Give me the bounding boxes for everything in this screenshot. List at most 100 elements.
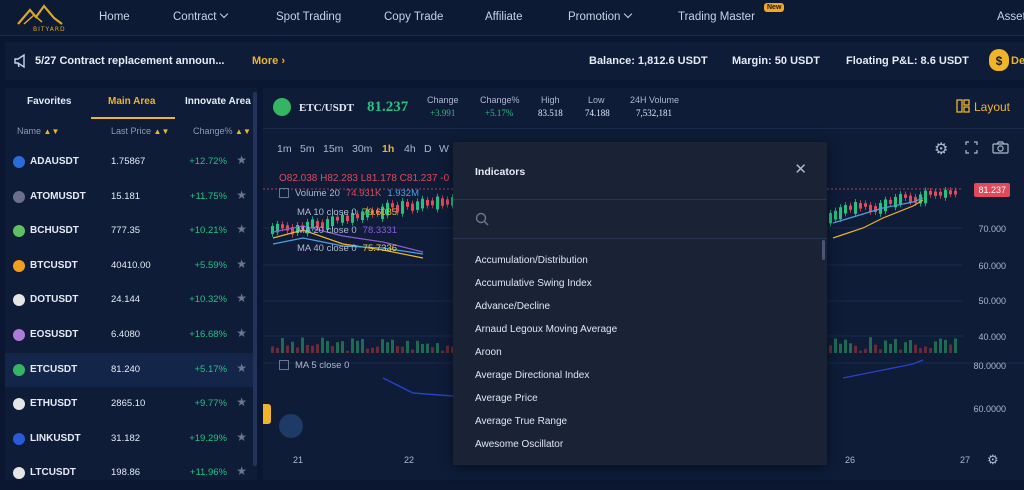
market-row[interactable]: BTCUSDT 40410.00 +5.59% ★ (5, 249, 257, 283)
nav-contract-label: Contract (173, 11, 217, 23)
market-symbol: DOTUSDT (30, 294, 79, 306)
sort-icon: ▲▼ (153, 127, 170, 136)
sort-price-header[interactable]: Last Price ▲▼ (111, 126, 169, 136)
nav-assets[interactable]: Asset (997, 11, 1024, 23)
candle-body (874, 206, 877, 213)
collapse-toggle-icon[interactable] (279, 360, 289, 371)
nav-home[interactable]: Home (99, 11, 130, 23)
market-row[interactable]: LINKUSDT 31.182 +19.29% ★ (5, 422, 257, 456)
nav-trading-master[interactable]: Trading Master (678, 11, 755, 23)
tf-4h[interactable]: 4h (404, 143, 416, 155)
nav-contract[interactable]: Contract (173, 9, 229, 23)
market-list-scrollbar[interactable] (253, 92, 257, 466)
sort-icon: ▲▼ (43, 127, 60, 136)
panel-collapse-handle[interactable] (263, 404, 271, 424)
tf-15m[interactable]: 15m (323, 143, 343, 155)
nav-affiliate[interactable]: Affiliate (485, 11, 523, 23)
star-icon[interactable]: ★ (236, 326, 247, 340)
indicator-item[interactable]: Average True Range (475, 416, 567, 427)
indicator-list-scrollbar[interactable] (822, 240, 825, 260)
star-icon[interactable]: ★ (236, 291, 247, 305)
change-value: +3.991 (430, 108, 456, 118)
market-row[interactable]: ADAUSDT 1.75867 +12.72% ★ (5, 145, 257, 179)
tradingview-logo-icon[interactable] (279, 414, 303, 438)
volume-bar (286, 345, 289, 353)
tf-30m[interactable]: 30m (352, 143, 372, 155)
ma10-indicator[interactable]: MA 10 close 0 79.6085 (297, 207, 397, 218)
tab-main-area[interactable]: Main Area (108, 96, 155, 107)
ma40-indicator[interactable]: MA 40 close 0 75.7336 (297, 243, 397, 254)
market-row[interactable]: ETCUSDT 81.240 +5.17% ★ (5, 352, 257, 387)
sort-change-header[interactable]: Change% ▲▼ (193, 126, 251, 136)
search-icon (475, 212, 489, 226)
market-row[interactable]: DOTUSDT 24.144 +10.32% ★ (5, 283, 257, 317)
indicator-item[interactable]: Awesome Oscillator (475, 439, 563, 450)
star-icon[interactable]: ★ (236, 222, 247, 236)
nav-promotion[interactable]: Promotion (568, 9, 633, 23)
star-icon[interactable]: ★ (236, 464, 247, 478)
tab-favorites[interactable]: Favorites (27, 96, 71, 107)
indicator-item[interactable]: Average Directional Index (475, 370, 589, 381)
chevron-down-icon (220, 9, 229, 19)
bityard-logo[interactable]: BITYARD (14, 2, 66, 34)
tf-d[interactable]: D (424, 143, 432, 155)
candle-body (416, 201, 419, 210)
y-tick: 60.000 (978, 261, 1006, 271)
star-icon[interactable]: ★ (236, 361, 247, 375)
star-icon[interactable]: ★ (236, 395, 247, 409)
change-pct-label: Change% (480, 95, 520, 105)
candle-body (271, 226, 274, 234)
nav-spot-trading[interactable]: Spot Trading (276, 11, 341, 23)
ma20-indicator[interactable]: MA 20 close 0 78.3331 (297, 225, 397, 236)
floating-pnl: Floating P&L: 8.6 USDT (846, 55, 969, 67)
market-change: +19.29% (189, 432, 227, 444)
indicator-item[interactable]: Accumulative Swing Index (475, 278, 592, 289)
deposit-button[interactable]: De (1011, 55, 1024, 67)
star-icon[interactable]: ★ (236, 153, 247, 167)
star-icon[interactable]: ★ (236, 257, 247, 271)
indicator-item[interactable]: Accumulation/Distribution (475, 255, 588, 266)
market-list-panel: Favorites Main Area Innovate Area Name ▲… (5, 88, 257, 480)
indicator-item[interactable]: Average Price (475, 393, 538, 404)
star-icon[interactable]: ★ (236, 188, 247, 202)
candle-body (854, 202, 857, 214)
indicator-item[interactable]: Aroon (475, 347, 502, 358)
market-row[interactable]: ETHUSDT 2865.10 +9.77% ★ (5, 387, 257, 421)
star-icon[interactable]: ★ (236, 430, 247, 444)
volume-bar (381, 339, 384, 353)
close-icon[interactable]: ✕ (794, 160, 807, 178)
tf-w[interactable]: W (439, 143, 449, 155)
volume-bar (406, 340, 409, 353)
indicator-search-input[interactable] (453, 200, 827, 238)
market-row[interactable]: EOSUSDT 6.4080 +16.68% ★ (5, 318, 257, 352)
tf-1h[interactable]: 1h (382, 143, 394, 155)
market-row[interactable]: ATOMUSDT 15.181 +11.75% ★ (5, 180, 257, 214)
coin-icon (13, 294, 25, 307)
gear-icon[interactable]: ⚙ (934, 139, 948, 159)
tf-1m[interactable]: 1m (277, 143, 292, 155)
change-header-label: Change% (193, 126, 233, 136)
sort-name-header[interactable]: Name ▲▼ (17, 126, 59, 136)
camera-icon[interactable] (992, 141, 1009, 154)
layout-button[interactable]: Layout (956, 99, 1010, 114)
ma5-indicator[interactable]: MA 5 close 0 (279, 360, 349, 371)
market-row[interactable]: LTCUSDT 198.86 +11.96% ★ (5, 456, 257, 490)
tab-innovate-area[interactable]: Innovate Area (185, 96, 251, 107)
balance: Balance: 1,812.6 USDT (589, 55, 708, 67)
announcement-text[interactable]: 5/27 Contract replacement announ... (35, 55, 225, 67)
volume-bar (854, 345, 857, 353)
indicator-item[interactable]: Advance/Decline (475, 301, 550, 312)
ticker-symbol[interactable]: ETC/USDT (299, 102, 354, 114)
volume-bar (386, 342, 389, 353)
indicator-item[interactable]: Arnaud Legoux Moving Average (475, 324, 617, 335)
megaphone-icon (14, 53, 25, 69)
axis-settings-icon[interactable]: ⚙ (987, 452, 999, 468)
market-row[interactable]: BCHUSDT 777.35 +10.21% ★ (5, 214, 257, 248)
nav-copy-trade[interactable]: Copy Trade (384, 11, 443, 23)
more-link[interactable]: More › (252, 55, 285, 67)
volume-indicator[interactable]: Volume 20 74.931K 1.932M (279, 188, 419, 199)
fullscreen-icon[interactable] (965, 141, 978, 154)
collapse-toggle-icon[interactable] (279, 188, 289, 199)
ohlc-readout: O82.038 H82.283 L81.178 C81.237 -0 (279, 173, 450, 184)
tf-5m[interactable]: 5m (300, 143, 315, 155)
